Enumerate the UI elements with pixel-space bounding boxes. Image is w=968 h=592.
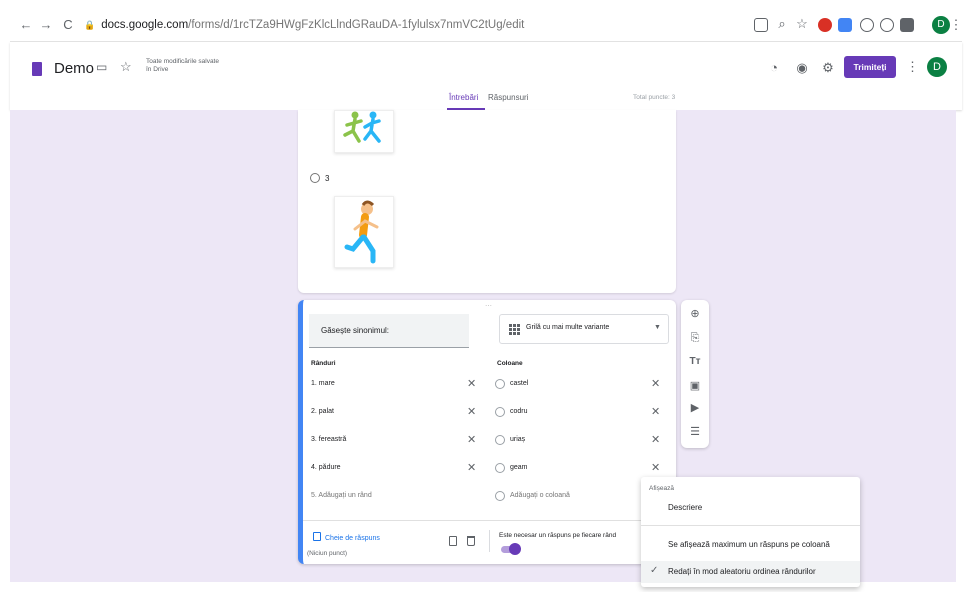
translate-icon[interactable] bbox=[754, 18, 768, 32]
extension-c-icon[interactable] bbox=[860, 18, 874, 32]
palette-icon[interactable]: ◔ bbox=[766, 60, 782, 75]
row-item[interactable]: 3. fereastră bbox=[311, 436, 346, 443]
drag-handle-icon[interactable]: ⋯ bbox=[485, 302, 493, 310]
forms-logo-icon bbox=[32, 62, 42, 76]
address-bar[interactable]: 🔒 docs.google.com/forms/d/1rcTZa9HWgFzKlc… bbox=[84, 14, 744, 36]
add-question-icon[interactable]: ⊕ bbox=[687, 306, 703, 322]
column-radio-icon bbox=[495, 491, 505, 501]
settings-gear-icon[interactable]: ⚙ bbox=[820, 60, 836, 76]
row-item[interactable]: 1. mare bbox=[311, 380, 335, 387]
checklist-icon bbox=[313, 532, 321, 541]
menu-item-limit-one-per-column[interactable]: Se afișează maximum un răspuns pe coloan… bbox=[668, 540, 830, 549]
question-title-field[interactable]: Găsește sinonimul: bbox=[309, 314, 469, 348]
add-row-field[interactable]: 5. Adăugați un rând bbox=[311, 492, 372, 499]
option-radio-3[interactable] bbox=[310, 173, 320, 183]
columns-header: Coloane bbox=[497, 360, 523, 367]
remove-row-icon[interactable]: ✕ bbox=[467, 461, 476, 474]
url-host: docs.google.com bbox=[101, 19, 189, 31]
check-icon: ✓ bbox=[650, 565, 659, 576]
import-questions-icon[interactable]: ⎘ bbox=[687, 330, 703, 346]
required-label: Este necesar un răspuns pe fiecare rând bbox=[499, 532, 617, 539]
menu-header: Afișează bbox=[649, 485, 674, 492]
remove-column-icon[interactable]: ✕ bbox=[651, 405, 660, 418]
required-toggle-knob[interactable] bbox=[509, 543, 521, 555]
extension-icon[interactable] bbox=[838, 18, 852, 32]
question-title: Găsește sinonimul: bbox=[321, 326, 390, 335]
trash-icon[interactable] bbox=[467, 536, 475, 546]
zoom-icon[interactable]: ⌕ bbox=[774, 16, 790, 32]
remove-row-icon[interactable]: ✕ bbox=[467, 433, 476, 446]
back-button[interactable]: ← bbox=[18, 17, 34, 32]
option-image-3 bbox=[334, 196, 394, 268]
column-radio-icon bbox=[495, 463, 505, 473]
column-item[interactable]: codru bbox=[510, 408, 528, 415]
adblock-icon[interactable] bbox=[818, 18, 832, 32]
answer-key-label: Cheie de răspuns bbox=[325, 535, 380, 542]
column-radio-icon bbox=[495, 407, 505, 417]
chevron-down-icon: ▼ bbox=[654, 324, 661, 331]
user-avatar[interactable]: D bbox=[927, 57, 947, 77]
add-image-icon[interactable]: ▣ bbox=[687, 378, 703, 394]
question-type-label: Grilă cu mai multe variante bbox=[526, 324, 610, 331]
tab-responses[interactable]: Răspunsuri bbox=[488, 93, 528, 102]
browser-toolbar: ← → C 🔒 docs.google.com/forms/d/1rcTZa9HW… bbox=[10, 8, 964, 42]
browser-menu-icon[interactable]: ⋮ bbox=[948, 17, 964, 33]
tab-questions[interactable]: Întrebări bbox=[449, 93, 478, 102]
save-status: Toate modificările salvate în Drive bbox=[146, 58, 219, 73]
reload-button[interactable]: C bbox=[60, 17, 76, 32]
column-radio-icon bbox=[495, 379, 505, 389]
lock-icon: 🔒 bbox=[84, 20, 96, 30]
question-type-select[interactable]: Grilă cu mai multe variante ▼ bbox=[499, 314, 669, 344]
question-toolbar: ⊕ ⎘ Tт ▣ ▶ ☰ bbox=[681, 300, 709, 448]
add-section-icon[interactable]: ☰ bbox=[687, 424, 703, 440]
remove-row-icon[interactable]: ✕ bbox=[467, 405, 476, 418]
add-video-icon[interactable]: ▶ bbox=[687, 400, 703, 416]
add-column-field[interactable]: Adăugați o coloană bbox=[510, 492, 570, 499]
row-item[interactable]: 4. pădure bbox=[311, 464, 341, 471]
remove-column-icon[interactable]: ✕ bbox=[651, 461, 660, 474]
preview-eye-icon[interactable]: ◉ bbox=[794, 60, 810, 76]
option-image-2 bbox=[334, 110, 394, 153]
more-options-icon[interactable]: ⋮ bbox=[906, 59, 919, 75]
menu-item-description[interactable]: Descriere bbox=[668, 503, 702, 512]
rows-header: Rânduri bbox=[311, 360, 336, 367]
active-question-card[interactable]: ⋯ Găsește sinonimul: Grilă cu mai multe … bbox=[298, 300, 676, 564]
duplicate-icon[interactable] bbox=[449, 536, 457, 546]
column-item[interactable]: geam bbox=[510, 464, 528, 471]
url-path: /forms/d/1rcTZa9HWgFzKlcLlndGRauDA-1fylu… bbox=[188, 19, 525, 31]
folder-icon[interactable]: ▭ bbox=[96, 60, 107, 74]
column-radio-icon bbox=[495, 435, 505, 445]
option-label-3: 3 bbox=[325, 174, 330, 183]
grid-icon bbox=[509, 324, 520, 335]
total-points: Total puncte: 3 bbox=[633, 94, 676, 101]
more-options-menu: Afișează Descriere Se afișează maximum u… bbox=[641, 477, 860, 587]
star-icon[interactable]: ☆ bbox=[120, 59, 132, 75]
bookmark-star-icon[interactable]: ☆ bbox=[794, 16, 810, 32]
remove-column-icon[interactable]: ✕ bbox=[651, 377, 660, 390]
column-item[interactable]: uriaș bbox=[510, 436, 525, 443]
remove-column-icon[interactable]: ✕ bbox=[651, 433, 660, 446]
previous-question-card[interactable]: 3 bbox=[298, 110, 676, 293]
add-title-icon[interactable]: Tт bbox=[687, 354, 703, 370]
points-label: (Niciun punct) bbox=[307, 550, 348, 557]
footer-divider bbox=[489, 530, 490, 552]
menu-divider bbox=[641, 525, 860, 526]
send-button[interactable]: Trimiteți bbox=[844, 56, 896, 78]
extension-menu-icon[interactable] bbox=[900, 18, 914, 32]
forms-header: Demo ▭ ☆ Toate modificările salvate în D… bbox=[10, 42, 962, 110]
extension-circle-icon[interactable] bbox=[880, 18, 894, 32]
menu-item-shuffle-rows[interactable]: Redați în mod aleatoriu ordinea rânduril… bbox=[668, 567, 816, 576]
answer-key-button[interactable]: Cheie de răspuns bbox=[313, 532, 380, 542]
remove-row-icon[interactable]: ✕ bbox=[467, 377, 476, 390]
forward-button[interactable]: → bbox=[38, 17, 54, 32]
column-item[interactable]: castel bbox=[510, 380, 528, 387]
card-footer-divider bbox=[303, 520, 676, 521]
row-item[interactable]: 2. palat bbox=[311, 408, 334, 415]
form-title[interactable]: Demo bbox=[54, 60, 94, 77]
